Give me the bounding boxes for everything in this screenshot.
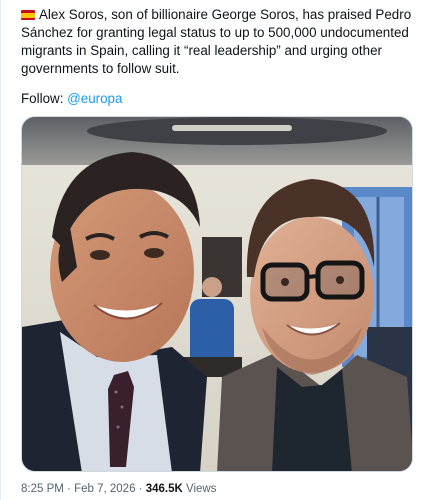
tweet-text-block: Alex Soros, son of billionaire George So… [21, 6, 413, 78]
follow-line: Follow: @europa [21, 90, 122, 108]
tweet-media-photo[interactable] [21, 116, 413, 472]
meta-separator: · [138, 483, 143, 495]
tweet-metadata: 8:25 PM · Feb 7, 2026 · 346.5K Views [21, 483, 216, 495]
tweet-date-link[interactable]: Feb 7, 2026 [74, 483, 135, 495]
views-count: 346.5K [145, 483, 183, 495]
tweet-text: Alex Soros, son of billionaire George So… [21, 7, 412, 76]
tweet-time-link[interactable]: 8:25 PM [21, 483, 64, 495]
photo-illustration [22, 117, 412, 471]
spain-flag-icon [21, 10, 35, 20]
follow-handle-link[interactable]: @europa [67, 91, 122, 106]
views-label: Views [186, 483, 217, 495]
follow-label: Follow: [21, 91, 64, 106]
meta-separator: · [67, 483, 71, 495]
tweet: Alex Soros, son of billionaire George So… [0, 0, 424, 500]
